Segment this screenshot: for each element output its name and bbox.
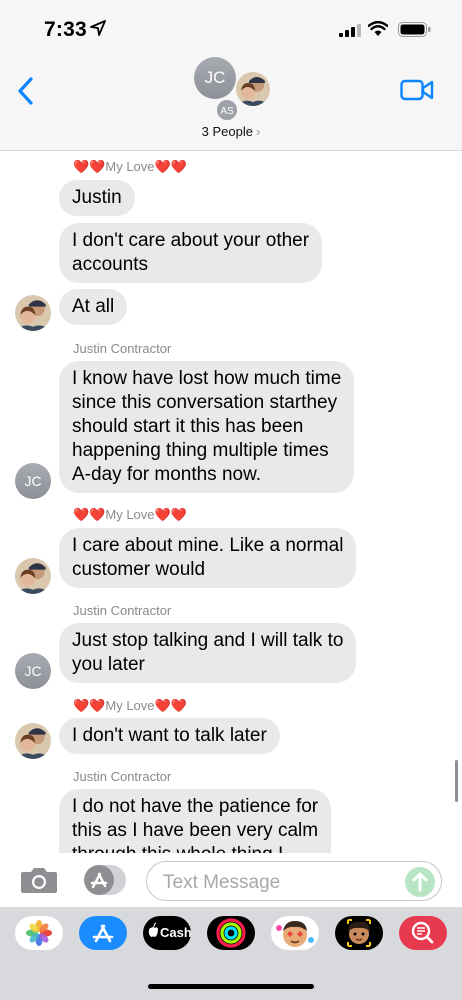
app-store-app[interactable] bbox=[79, 916, 127, 950]
photos-app[interactable] bbox=[15, 916, 63, 950]
participants-label: 3 People bbox=[201, 124, 253, 139]
compose-bar: Text Message bbox=[0, 853, 462, 907]
arrow-up-icon bbox=[412, 872, 428, 892]
message-input-placeholder: Text Message bbox=[163, 872, 281, 893]
message-text: Just stop talking and I will talk to bbox=[72, 630, 344, 651]
sender-name: Justin Contractor bbox=[73, 603, 172, 618]
activity-rings-icon bbox=[216, 918, 246, 948]
message-text: you later bbox=[72, 654, 145, 675]
facetime-video-icon[interactable] bbox=[400, 78, 434, 102]
fitness-app[interactable] bbox=[207, 916, 255, 950]
message-bubble[interactable]: I do not have the patience for this as I… bbox=[59, 789, 332, 853]
member-avatar-as[interactable]: AS bbox=[215, 98, 239, 122]
camera-icon[interactable] bbox=[20, 866, 58, 894]
imessage-app-drawer: Cash bbox=[0, 907, 462, 1000]
scroll-indicator[interactable] bbox=[455, 760, 458, 802]
message-text: Justin bbox=[72, 187, 122, 208]
send-button[interactable] bbox=[405, 867, 435, 897]
home-indicator[interactable] bbox=[148, 984, 314, 989]
status-bar: 7:33 bbox=[0, 0, 462, 50]
message-text: A-day for months now. bbox=[72, 464, 262, 485]
app-store-icon bbox=[92, 924, 114, 943]
participants-link[interactable]: 3 People › bbox=[0, 124, 462, 139]
memoji-stickers-app[interactable] bbox=[271, 916, 319, 950]
avatar[interactable] bbox=[15, 558, 51, 594]
animoji-app[interactable] bbox=[335, 916, 383, 950]
message-input[interactable]: Text Message bbox=[146, 861, 442, 901]
animoji-icon bbox=[347, 919, 371, 947]
status-time: 7:33 bbox=[44, 18, 87, 41]
app-store-drawer-icon[interactable] bbox=[82, 865, 126, 895]
message-text: through this whole thing I bbox=[72, 843, 318, 853]
image-search-icon bbox=[411, 921, 434, 944]
message-text: I don't want to talk later bbox=[72, 725, 267, 746]
sender-name: Justin Contractor bbox=[73, 341, 172, 356]
apple-cash-app[interactable]: Cash bbox=[143, 916, 191, 950]
message-text: since this conversation starthey bbox=[72, 392, 338, 413]
sender-name: ❤️❤️My Love❤️❤️ bbox=[73, 698, 187, 713]
message-bubble[interactable]: Just stop talking and I will talk to you… bbox=[59, 623, 357, 683]
message-bubble[interactable]: I care about mine. Like a normal custome… bbox=[59, 528, 357, 588]
couple-photo-icon bbox=[236, 72, 270, 106]
couple-photo-icon bbox=[15, 723, 51, 759]
cellular-signal-icon bbox=[339, 24, 361, 37]
group-avatar-jc[interactable]: JC bbox=[194, 57, 236, 99]
message-bubble[interactable]: I don't care about your other accounts bbox=[59, 223, 323, 283]
group-avatar-photo[interactable] bbox=[236, 72, 270, 106]
message-text: I care about mine. Like a normal bbox=[72, 535, 344, 556]
message-bubble[interactable]: I know have lost how much time since thi… bbox=[59, 361, 355, 493]
memoji-icon bbox=[276, 921, 314, 947]
message-text: customer would bbox=[72, 559, 206, 580]
photos-icon bbox=[26, 920, 52, 946]
back-chevron-icon[interactable] bbox=[16, 76, 36, 106]
message-text: At all bbox=[72, 296, 115, 317]
sender-name: ❤️❤️My Love❤️❤️ bbox=[73, 159, 187, 174]
couple-photo-icon bbox=[15, 558, 51, 594]
message-text: accounts bbox=[72, 254, 149, 275]
avatar[interactable] bbox=[15, 723, 51, 759]
search-images-app[interactable] bbox=[399, 916, 447, 950]
message-text: happening thing multiple times bbox=[72, 440, 329, 461]
message-text: I know have lost how much time bbox=[72, 368, 342, 389]
message-bubble[interactable]: At all bbox=[59, 289, 128, 325]
avatar[interactable]: JC bbox=[15, 463, 51, 499]
avatar[interactable]: JC bbox=[15, 653, 51, 689]
sender-name: ❤️❤️My Love❤️❤️ bbox=[73, 507, 187, 522]
message-text: I do not have the patience for bbox=[72, 796, 319, 817]
wifi-icon bbox=[368, 21, 388, 36]
message-bubble[interactable]: I don't want to talk later bbox=[59, 718, 280, 754]
battery-icon bbox=[398, 22, 431, 37]
message-text: this as I have been very calm bbox=[72, 820, 319, 841]
chevron-right-icon: › bbox=[255, 124, 261, 139]
message-text: I don't care about your other bbox=[72, 230, 310, 251]
sender-name: Justin Contractor bbox=[73, 769, 172, 784]
location-arrow-icon bbox=[90, 20, 106, 36]
couple-photo-icon bbox=[15, 295, 51, 331]
conversation-header: JC AS 3 People › bbox=[0, 50, 462, 151]
message-text: should start it this has been bbox=[72, 416, 304, 437]
avatar[interactable] bbox=[15, 295, 51, 331]
message-bubble[interactable]: Justin bbox=[59, 180, 135, 216]
cash-label: Cash bbox=[160, 925, 191, 940]
